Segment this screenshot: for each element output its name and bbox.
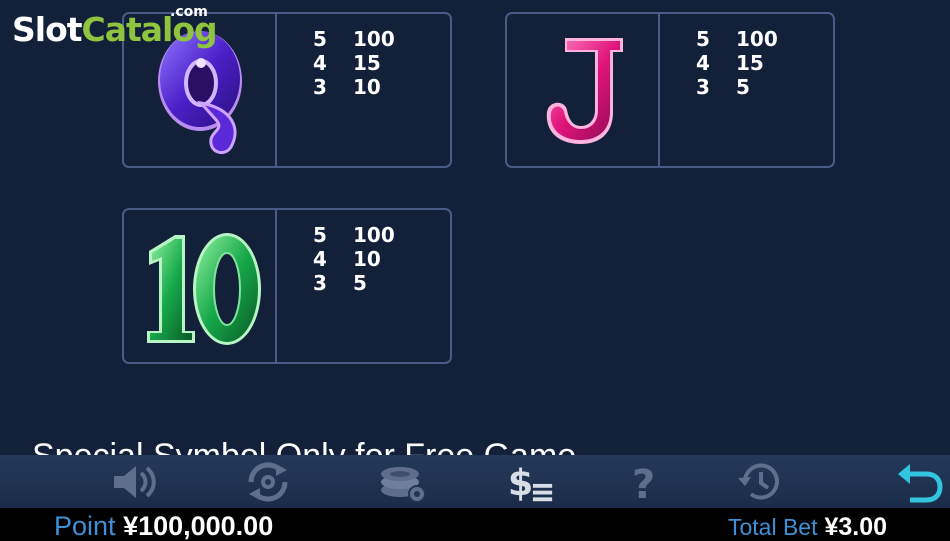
paytable-card-j: 5 100 4 15 35 bbox=[505, 12, 835, 168]
total-bet-label: Total Bet bbox=[727, 514, 818, 540]
svg-text:?: ? bbox=[632, 462, 655, 504]
pay-count: 3 bbox=[313, 75, 327, 99]
total-bet-display: Total Bet ¥3.00 bbox=[728, 513, 887, 541]
symbol-10-icon bbox=[146, 233, 261, 345]
sound-button[interactable] bbox=[110, 459, 160, 505]
pay-count: 5 bbox=[313, 223, 327, 247]
help-icon: ? bbox=[632, 462, 655, 504]
paytable-card-10: 5 100 4 10 35 bbox=[122, 208, 452, 364]
chips-settings-button[interactable] bbox=[378, 459, 428, 505]
pay-row: 4 15 bbox=[696, 51, 778, 75]
svg-text:$: $ bbox=[508, 461, 533, 504]
pay-row: 35 bbox=[313, 271, 395, 295]
pay-row: 5 100 bbox=[313, 27, 395, 51]
autoplay-icon bbox=[248, 462, 288, 502]
game-toolbar: $ ? bbox=[0, 455, 950, 508]
pay-count: 3 bbox=[313, 271, 327, 295]
pay-value: 15 bbox=[353, 51, 381, 75]
pay-row: 5 100 bbox=[313, 223, 395, 247]
point-display: Point ¥100,000.00 bbox=[54, 511, 273, 541]
pay-value: 5 bbox=[736, 75, 750, 99]
pay-row: 5 100 bbox=[696, 27, 778, 51]
pay-row: 4 15 bbox=[313, 51, 395, 75]
history-button[interactable] bbox=[735, 459, 785, 505]
back-icon bbox=[898, 464, 943, 503]
paytable-button[interactable]: $ bbox=[506, 459, 556, 505]
pay-value: 100 bbox=[353, 27, 395, 51]
symbol-j-cell bbox=[507, 14, 660, 166]
paytable-j-values: 5 100 4 15 35 bbox=[660, 14, 778, 166]
slotcatalog-logo: SlotCatalog .com bbox=[12, 4, 218, 49]
help-button[interactable]: ? bbox=[620, 459, 670, 505]
back-button[interactable] bbox=[894, 459, 944, 505]
pay-count: 5 bbox=[313, 27, 327, 51]
pay-count: 4 bbox=[313, 247, 327, 271]
pay-row: 3 10 bbox=[313, 75, 395, 99]
pay-value: 10 bbox=[353, 75, 381, 99]
pay-value: 100 bbox=[353, 223, 395, 247]
paytable-icon: $ bbox=[508, 461, 553, 504]
pay-count: 5 bbox=[696, 27, 710, 51]
logo-com-text: .com bbox=[170, 4, 208, 20]
chips-settings-icon bbox=[381, 467, 426, 503]
pay-row: 4 10 bbox=[313, 247, 395, 271]
history-icon bbox=[738, 463, 779, 500]
pay-value: 100 bbox=[736, 27, 778, 51]
symbol-j-icon bbox=[546, 38, 623, 144]
pay-row: 35 bbox=[696, 75, 778, 99]
total-bet-value: ¥3.00 bbox=[824, 513, 887, 541]
point-label: Point bbox=[54, 511, 116, 541]
pay-value: 10 bbox=[353, 247, 381, 271]
status-bar: Point ¥100,000.00 Total Bet ¥3.00 bbox=[0, 508, 950, 541]
paytable-10-values: 5 100 4 10 35 bbox=[277, 210, 395, 362]
pay-count: 3 bbox=[696, 75, 710, 99]
point-value: ¥100,000.00 bbox=[123, 511, 274, 541]
autoplay-button[interactable] bbox=[243, 459, 293, 505]
pay-count: 4 bbox=[696, 51, 710, 75]
pay-value: 15 bbox=[736, 51, 764, 75]
special-symbol-heading: Special Symbol Only for Free Game bbox=[32, 437, 577, 456]
logo-slot-text: Slot bbox=[12, 10, 83, 49]
pay-count: 4 bbox=[313, 51, 327, 75]
symbol-10-cell bbox=[124, 210, 277, 362]
paytable-q-values: 5 100 4 15 3 10 bbox=[277, 14, 395, 166]
pay-value: 5 bbox=[353, 271, 367, 295]
sound-icon bbox=[114, 466, 156, 498]
